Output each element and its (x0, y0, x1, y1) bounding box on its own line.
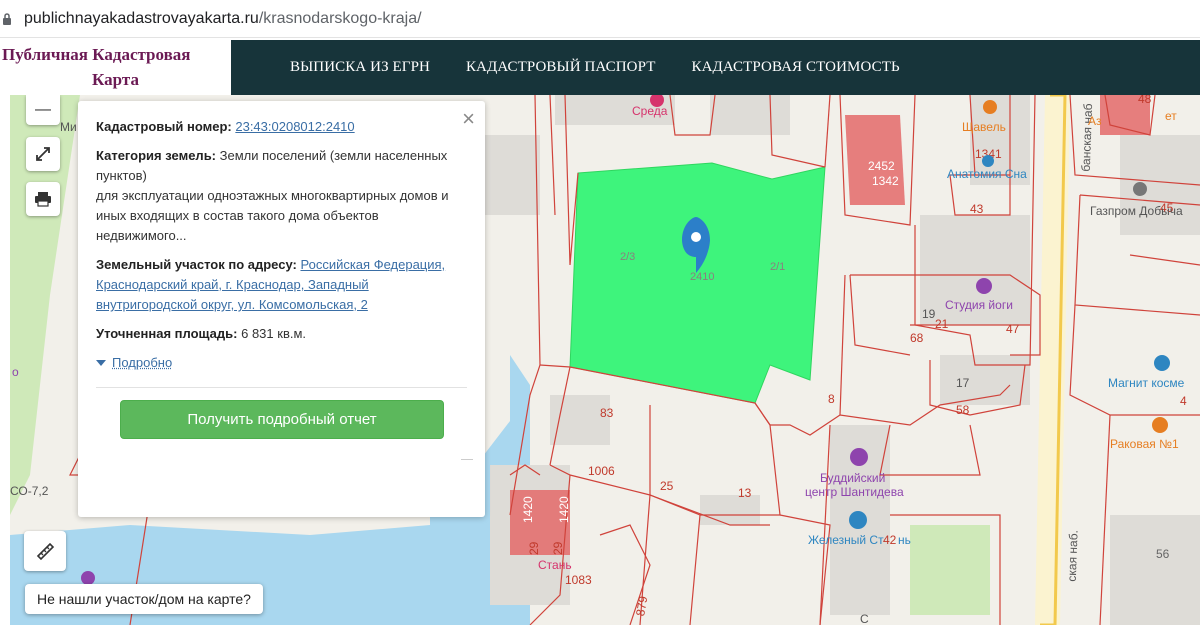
label-19: 19 (922, 307, 936, 321)
label-part-b: 2/1 (770, 261, 785, 273)
close-icon[interactable]: × (462, 108, 475, 130)
label-56: 56 (1156, 547, 1170, 561)
browser-address-bar[interactable]: publichnayakadastrovayakarta.ru/krasnoda… (0, 0, 1200, 38)
lock-icon (2, 12, 14, 26)
ruler-button[interactable] (24, 531, 66, 571)
poi-stan: Стань (538, 558, 572, 572)
expand-icon (36, 147, 50, 161)
poi-shchavel: Щавель (962, 120, 1006, 134)
label-29-a: 29 (527, 541, 541, 555)
label-68: 68 (910, 331, 924, 345)
label-mi: Ми (60, 120, 77, 134)
label-83: 83 (600, 406, 614, 420)
label-48: 48 (1138, 95, 1152, 106)
get-report-button[interactable]: Получить подробный отчет (120, 400, 444, 439)
address-row: Земельный участок по адресу: Российская … (96, 255, 467, 315)
logo-line-2: Карта (92, 70, 139, 89)
label-1420-b: 1420 (557, 496, 571, 523)
logo-line-1: Публичная Кадастровая (2, 45, 191, 64)
label-13: 13 (738, 486, 752, 500)
label-17: 17 (956, 376, 970, 390)
label-1342: 1342 (872, 174, 899, 188)
cadastral-number-label: Кадастровый номер: (96, 119, 232, 134)
area-value: 6 831 кв.м. (241, 326, 307, 341)
label-1006: 1006 (588, 464, 615, 478)
ruler-icon (36, 542, 55, 561)
cadastral-number-link[interactable]: 23:43:0208012:2410 (235, 119, 354, 134)
label-2452: 2452 (868, 159, 895, 173)
printer-icon (35, 192, 51, 207)
label-et: ет (1165, 109, 1177, 123)
area-row: Уточненная площадь: 6 831 кв.м. (96, 324, 467, 344)
label-az: Аз (1088, 114, 1102, 128)
land-usage-text: для эксплуатации одноэтажных многокварти… (96, 188, 449, 243)
label-25: 25 (660, 479, 674, 493)
poi-magnit: Магнит косме (1108, 376, 1185, 390)
address-label: Земельный участок по адресу: (96, 257, 297, 272)
poi-anatomiya: Анатомия Сна (947, 167, 1027, 181)
label-1420-a: 1420 (521, 496, 535, 523)
details-toggle-label: Подробно (112, 355, 173, 370)
label-1083: 1083 (565, 573, 592, 587)
poi-sreda: Среда (632, 104, 668, 118)
land-category-label: Категория земель: (96, 148, 217, 163)
area-label: Уточненная площадь: (96, 326, 238, 341)
fullscreen-button[interactable] (26, 137, 60, 171)
panel-resize-hint (461, 459, 473, 460)
label-4: 4 (1180, 394, 1187, 408)
zoom-out-button[interactable]: — (26, 95, 60, 125)
label-8: 8 (828, 392, 835, 406)
poi-zhelezny-2: нь (898, 533, 911, 547)
label-47: 47 (1006, 322, 1020, 336)
label-58: 58 (956, 403, 970, 417)
poi-studiya: Студия йоги (945, 298, 1013, 312)
minus-icon: — (35, 101, 51, 118)
label-43: 43 (970, 202, 984, 216)
selected-parcel (569, 162, 826, 404)
triangle-down-icon (96, 360, 106, 366)
street-nab-lower: ская наб. (1065, 530, 1081, 582)
print-button[interactable] (26, 182, 60, 216)
cadastral-number-row: Кадастровый номер: 23:43:0208012:2410 (96, 117, 467, 137)
label-o: о (12, 365, 19, 379)
main-nav: ВЫПИСКА ИЗ ЕГРН КАДАСТРОВЫЙ ПАСПОРТ КАДА… (290, 40, 936, 95)
label-29-b: 29 (551, 541, 565, 555)
label-21: 21 (935, 317, 949, 331)
label-so72: СО-7,2 (10, 484, 49, 498)
parcel-info-panel: × Кадастровый номер: 23:43:0208012:2410 … (78, 101, 485, 517)
nav-cadastral-value[interactable]: КАДАСТРОВАЯ СТОИМОСТЬ (691, 59, 899, 76)
details-toggle[interactable]: Подробно (96, 353, 467, 373)
panel-divider (96, 387, 467, 388)
poi-zhelezny: Железный Ст (808, 533, 884, 547)
label-part-a: 2/3 (620, 251, 635, 263)
poi-gazprom: Газпром Добыча (1090, 204, 1183, 218)
label-s: С (860, 612, 869, 625)
poi-rakovaya: Раковая №1 (1110, 437, 1179, 451)
not-found-button[interactable]: Не нашли участок/дом на карте? (25, 584, 263, 614)
nav-egrn-extract[interactable]: ВЫПИСКА ИЗ ЕГРН (290, 59, 430, 76)
url-text[interactable]: publichnayakadastrovayakarta.ru/krasnoda… (24, 10, 422, 28)
site-logo[interactable]: Публичная Кадастровая Карта (0, 40, 231, 95)
poi-buddhist-1: Буддийский (820, 471, 885, 485)
poi-buddhist-2: центр Шантидева (805, 485, 904, 499)
parcel-number-label: 2410 (690, 271, 714, 283)
site-header: Публичная Кадастровая Карта ВЫПИСКА ИЗ Е… (0, 40, 1200, 95)
land-category-row: Категория земель: Земли поселений (земли… (96, 146, 467, 246)
label-42: 42 (883, 533, 897, 547)
nav-cadastral-passport[interactable]: КАДАСТРОВЫЙ ПАСПОРТ (466, 59, 656, 76)
url-path: /krasnodarskogo-kraja/ (258, 9, 422, 27)
url-host: publichnayakadastrovayakarta.ru (24, 9, 259, 27)
